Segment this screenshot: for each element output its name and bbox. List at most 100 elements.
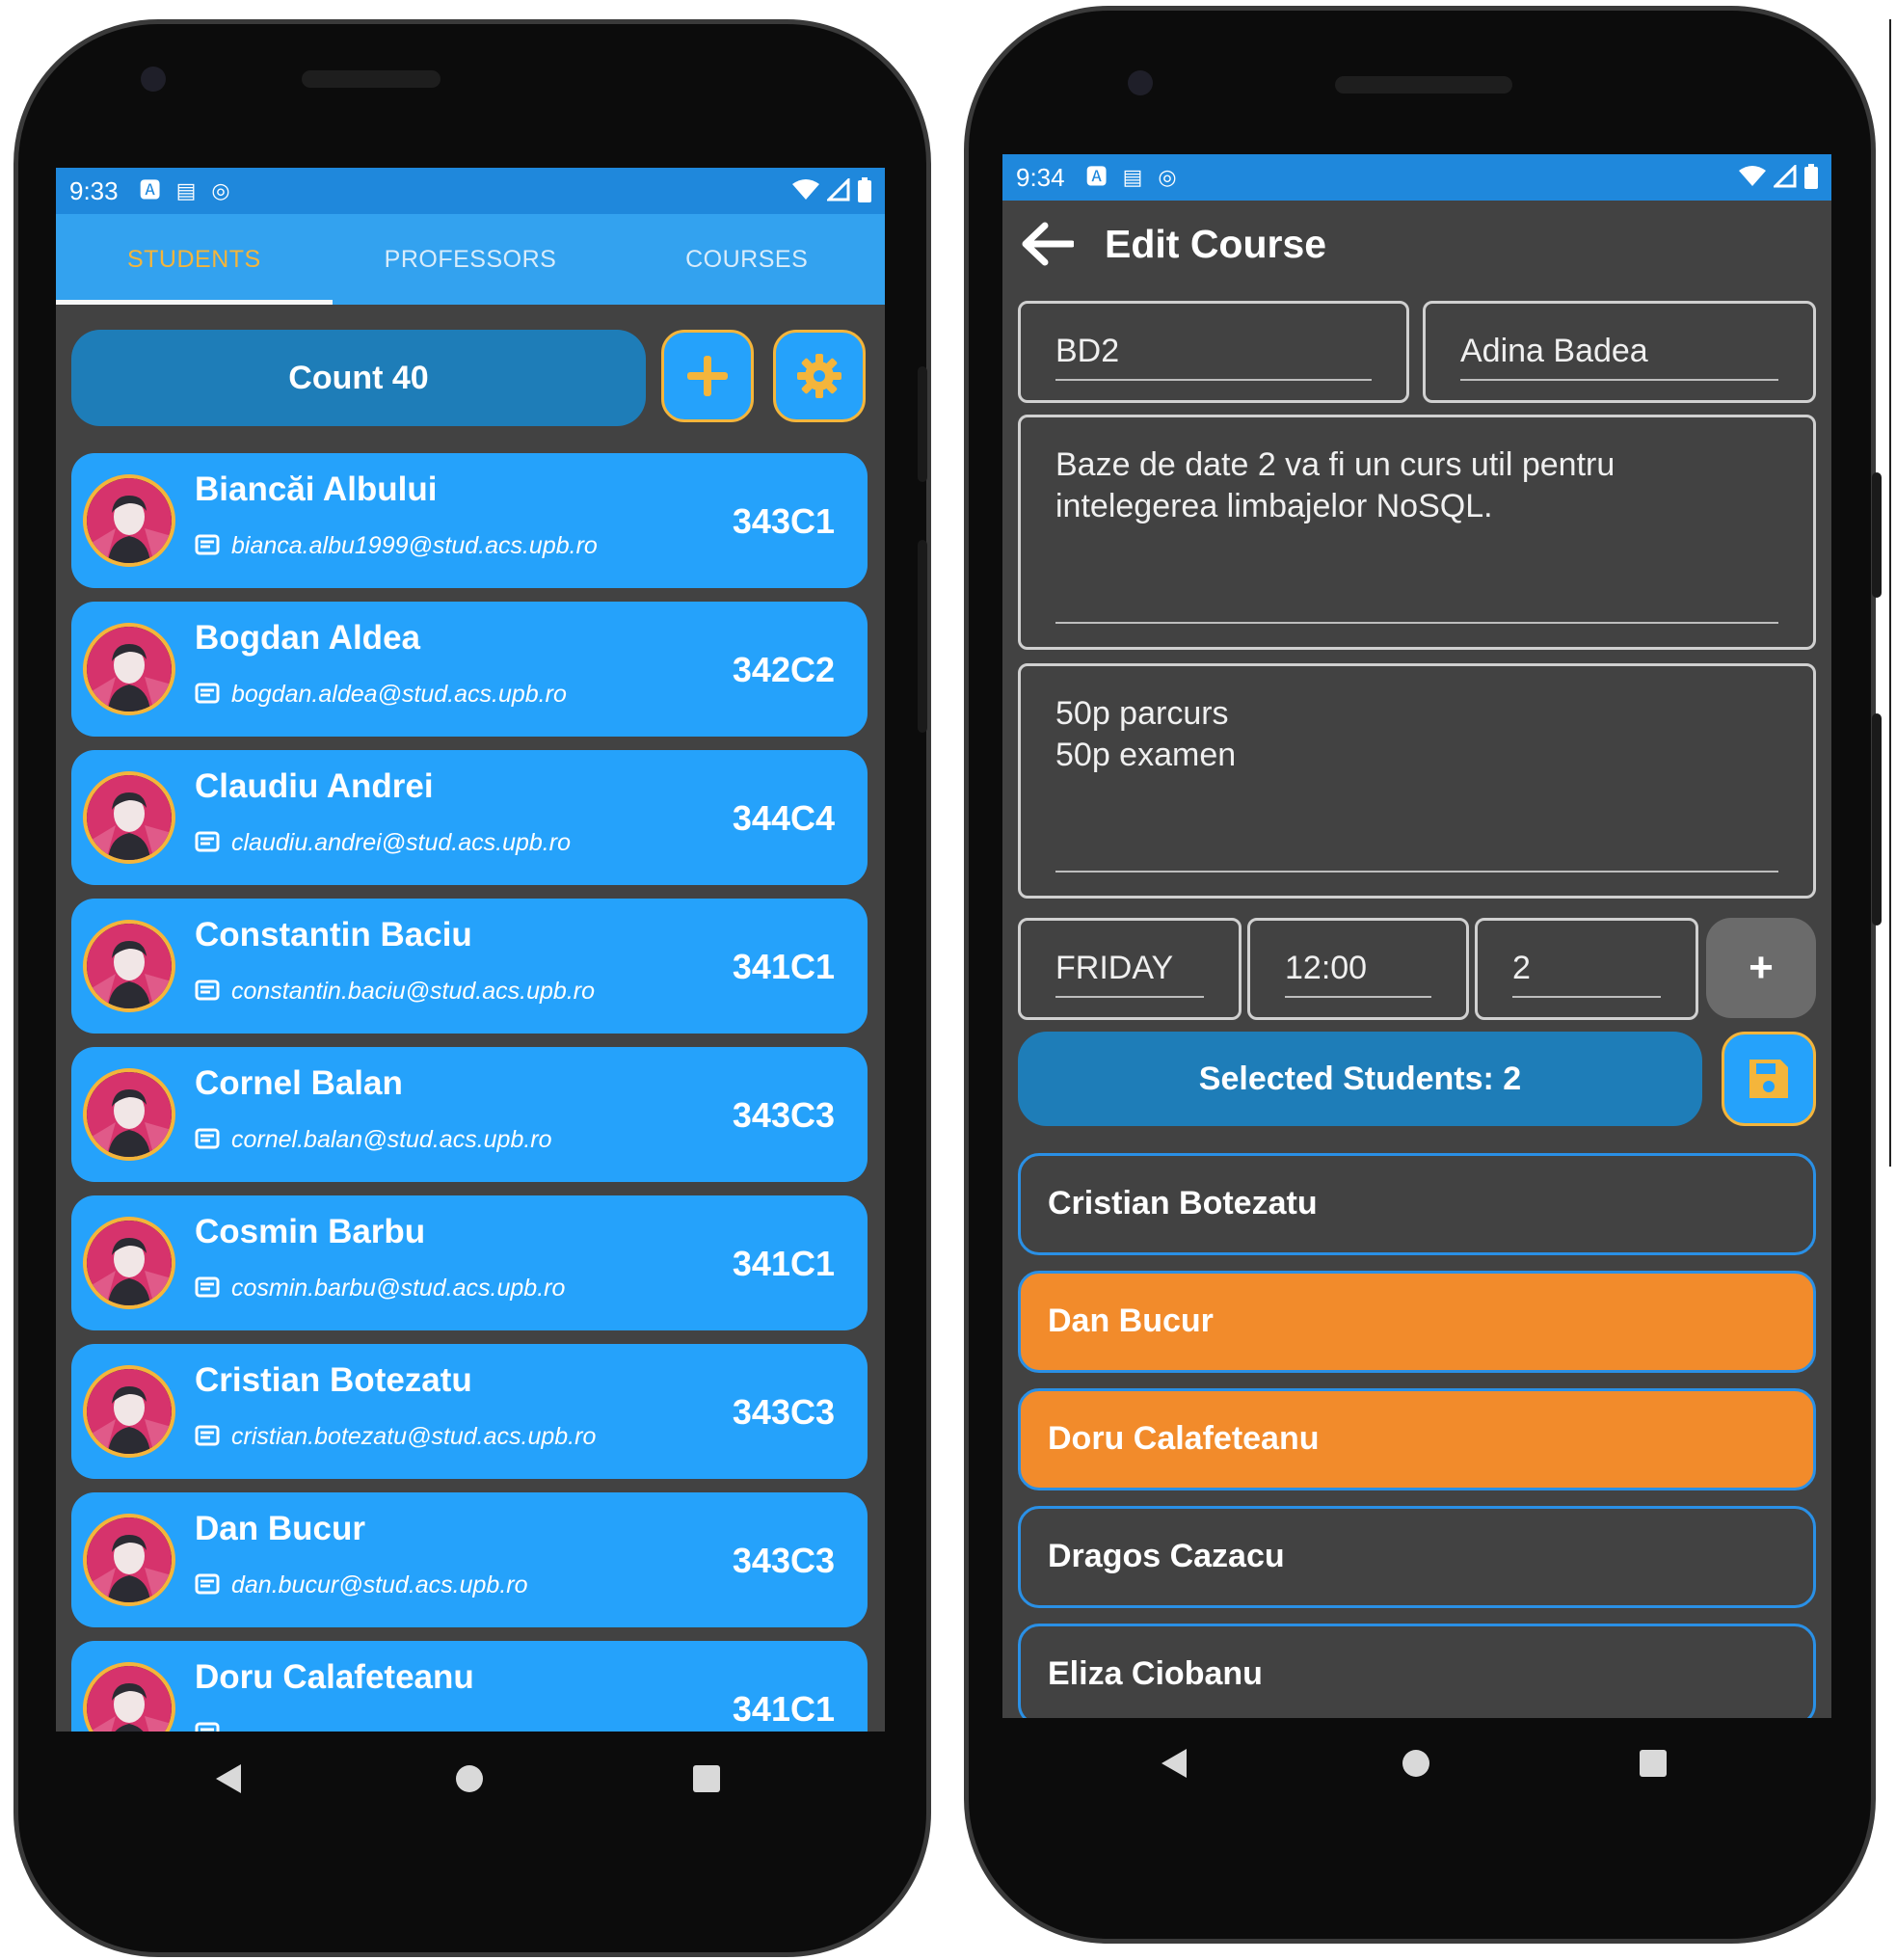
avatar: [83, 1662, 175, 1732]
student-group: 343C3: [732, 1095, 835, 1135]
duration-value: 2: [1512, 950, 1531, 986]
sync-icon: ◎: [211, 178, 230, 202]
app-bar: Edit Course: [1002, 201, 1831, 287]
camera-lens: [1128, 70, 1153, 95]
plus-icon: [687, 356, 728, 396]
student-email: dan.bucur@stud.acs.upb.ro: [231, 1571, 528, 1598]
wifi-icon: [1739, 166, 1766, 186]
email-icon: [195, 1423, 220, 1451]
add-schedule-button[interactable]: +: [1706, 918, 1816, 1018]
avatar: [83, 1365, 175, 1458]
student-card[interactable]: Cosmin Barbu cosmin.barbu@stud.acs.upb.ro…: [71, 1195, 868, 1330]
day-field[interactable]: FRIDAY: [1018, 918, 1242, 1020]
student-group: 343C3: [732, 1392, 835, 1432]
student-email-row: cristian.botezatu@stud.acs.upb.ro: [195, 1423, 596, 1451]
tab-students[interactable]: STUDENTS: [56, 214, 333, 305]
course-student-item[interactable]: Cristian Botezatu: [1018, 1153, 1816, 1255]
tab-bar: STUDENTS PROFESSORS COURSES: [56, 214, 885, 305]
students-screen: 9:33 🅰 ▤ ◎ STUDENTS PROFESSORS COURSES C…: [56, 168, 885, 1732]
student-email: cosmin.barbu@stud.acs.upb.ro: [231, 1275, 566, 1302]
battery-icon: [858, 177, 871, 202]
student-card[interactable]: Cornel Balan cornel.balan@stud.acs.upb.ro…: [71, 1047, 868, 1182]
student-card[interactable]: Constantin Baciu constantin.baciu@stud.ac…: [71, 899, 868, 1034]
student-card[interactable]: Doru Calafeteanu 341C1: [71, 1641, 868, 1732]
day-value: FRIDAY: [1055, 950, 1174, 986]
notification-a-icon: 🅰: [1085, 165, 1108, 189]
tab-courses[interactable]: COURSES: [608, 214, 885, 305]
student-name: Doru Calafeteanu: [195, 1658, 474, 1696]
student-card[interactable]: Dan Bucur dan.bucur@stud.acs.upb.ro 343C3: [71, 1492, 868, 1627]
speaker-grille: [1335, 76, 1512, 94]
divider-line: [1889, 19, 1891, 1167]
student-group: 341C1: [732, 1244, 835, 1283]
student-email: bianca.albu1999@stud.acs.upb.ro: [231, 532, 598, 559]
student-card[interactable]: Cristian Botezatu cristian.botezatu@stud.…: [71, 1344, 868, 1479]
course-student-name: Dragos Cazacu: [1048, 1538, 1285, 1574]
arrow-back-icon: [1022, 222, 1074, 266]
course-code-value: BD2: [1055, 333, 1120, 369]
student-group: 341C1: [732, 947, 835, 986]
field-underline: [1285, 996, 1431, 998]
status-bar: 9:33 🅰 ▤ ◎: [56, 168, 885, 214]
grading-field[interactable]: 50p parcurs 50p examen: [1018, 663, 1816, 899]
field-underline: [1055, 871, 1778, 873]
avatar: [83, 1068, 175, 1161]
course-student-name: Dan Bucur: [1048, 1302, 1214, 1339]
nav-recents-icon[interactable]: [1639, 1749, 1668, 1778]
wifi-icon: [792, 179, 819, 200]
students-toolbar: Count 40: [71, 330, 871, 426]
signal-icon: [1774, 165, 1797, 188]
nav-back-icon[interactable]: [214, 1762, 243, 1795]
student-email-row: [195, 1720, 231, 1732]
status-time: 9:34: [1016, 162, 1065, 192]
student-card[interactable]: Bogdan Aldea bogdan.aldea@stud.acs.upb.ro…: [71, 602, 868, 737]
status-right-icons: [792, 177, 871, 202]
tab-professors[interactable]: PROFESSORS: [333, 214, 609, 305]
professor-value: Adina Badea: [1460, 333, 1648, 369]
course-student-item[interactable]: Dan Bucur: [1018, 1271, 1816, 1373]
back-button[interactable]: [1018, 215, 1076, 273]
settings-button[interactable]: [773, 330, 866, 422]
hour-field[interactable]: 12:00: [1247, 918, 1469, 1020]
field-underline: [1460, 379, 1778, 381]
selected-students-button[interactable]: Selected Students: 2: [1018, 1032, 1702, 1126]
student-name: Cosmin Barbu: [195, 1213, 426, 1250]
field-underline: [1055, 379, 1372, 381]
student-card[interactable]: Biancăi Albului bianca.albu1999@stud.acs.…: [71, 453, 868, 588]
page-title: Edit Course: [1105, 221, 1327, 266]
sd-card-icon: ▤: [1122, 165, 1143, 189]
email-icon: [195, 1126, 220, 1154]
student-email: constantin.baciu@stud.acs.upb.ro: [231, 978, 595, 1005]
notification-a-icon: 🅰: [139, 178, 161, 202]
add-student-button[interactable]: [661, 330, 754, 422]
save-button[interactable]: [1722, 1032, 1816, 1126]
avatar: [83, 474, 175, 567]
description-field[interactable]: Baze de date 2 va fi un curs util pentru…: [1018, 415, 1816, 650]
sd-card-icon: ▤: [175, 178, 197, 202]
course-student-item[interactable]: Eliza Ciobanu: [1018, 1624, 1816, 1718]
student-email: cristian.botezatu@stud.acs.upb.ro: [231, 1423, 597, 1450]
field-underline: [1055, 996, 1204, 998]
course-student-item[interactable]: Doru Calafeteanu: [1018, 1388, 1816, 1490]
student-group: 341C1: [732, 1689, 835, 1729]
student-email-row: bogdan.aldea@stud.acs.upb.ro: [195, 681, 567, 709]
nav-home-icon[interactable]: [455, 1764, 484, 1793]
duration-field[interactable]: 2: [1475, 918, 1698, 1020]
nav-home-icon[interactable]: [1402, 1749, 1430, 1778]
status-bar: 9:34 🅰 ▤ ◎: [1002, 154, 1831, 201]
course-code-field[interactable]: BD2: [1018, 301, 1409, 403]
student-email-row: dan.bucur@stud.acs.upb.ro: [195, 1571, 528, 1599]
avatar: [83, 1514, 175, 1606]
student-card[interactable]: Claudiu Andrei claudiu.andrei@stud.acs.up…: [71, 750, 868, 885]
email-icon: [195, 681, 220, 709]
student-group: 343C1: [732, 501, 835, 541]
student-email-row: claudiu.andrei@stud.acs.upb.ro: [195, 829, 571, 857]
student-name: Biancăi Albului: [195, 470, 438, 508]
nav-back-icon[interactable]: [1160, 1747, 1188, 1780]
count-button[interactable]: Count 40: [71, 330, 646, 426]
professor-field[interactable]: Adina Badea: [1423, 301, 1816, 403]
email-icon: [195, 1571, 220, 1599]
battery-icon: [1804, 164, 1818, 189]
nav-recents-icon[interactable]: [692, 1764, 721, 1793]
course-student-item[interactable]: Dragos Cazacu: [1018, 1506, 1816, 1608]
